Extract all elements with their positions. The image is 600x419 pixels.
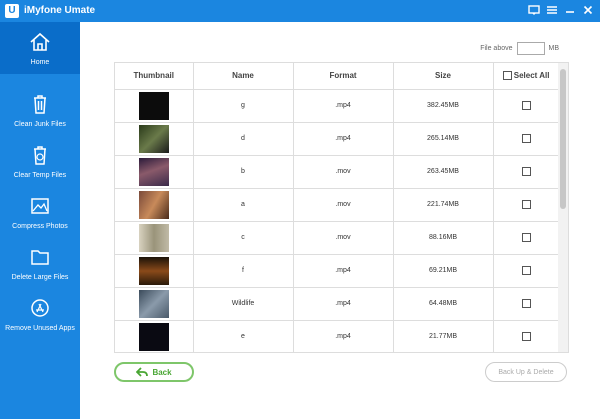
file-format: .mov <box>293 188 394 222</box>
file-name: c <box>193 221 294 255</box>
file-name: b <box>193 155 294 189</box>
sidebar-item-label: Clean Junk Files <box>14 121 66 128</box>
window-controls <box>528 4 594 16</box>
backup-delete-label: Back Up & Delete <box>498 368 554 376</box>
sidebar-item-home[interactable]: Home <box>0 22 80 74</box>
table-row[interactable]: Wildlife .mp4 64.48MB <box>115 287 560 321</box>
video-thumbnail <box>138 223 169 252</box>
file-name: d <box>193 122 294 156</box>
video-thumbnail <box>138 91 169 120</box>
thumbnail-header: Thumbnail <box>115 63 194 90</box>
select-all-checkbox[interactable] <box>502 71 512 81</box>
sidebar-item-clear-temp-files[interactable]: Clear Temp Files <box>0 135 80 187</box>
file-format: .mp4 <box>293 254 394 288</box>
table-row[interactable]: f .mp4 69.21MB <box>115 254 560 288</box>
row-checkbox[interactable] <box>521 167 531 176</box>
back-button-label: Back <box>152 367 172 377</box>
file-size: 21.77MB <box>393 320 494 352</box>
file-format: .mov <box>293 155 394 189</box>
video-thumbnail <box>138 322 169 351</box>
feedback-icon[interactable] <box>528 4 540 16</box>
name-header[interactable]: Name <box>193 63 294 90</box>
photo-icon <box>31 198 49 214</box>
sidebar-item-compress-photos[interactable]: Compress Photos <box>0 186 80 238</box>
file-above-label: File above <box>480 45 513 52</box>
large-files-table: Thumbnail Name Format Size Select All g … <box>114 62 569 353</box>
folder-icon <box>31 250 49 265</box>
file-format: .mp4 <box>293 320 394 352</box>
file-size: 265.14MB <box>393 122 494 156</box>
table-scrollbar[interactable] <box>558 63 568 352</box>
table-header-row: Thumbnail Name Format Size Select All <box>115 63 560 90</box>
backup-delete-button[interactable]: Back Up & Delete <box>485 362 567 382</box>
file-size: 64.48MB <box>393 287 494 321</box>
video-thumbnail <box>138 256 169 285</box>
back-arrow-icon <box>136 367 149 377</box>
table-row[interactable]: b .mov 263.45MB <box>115 155 560 189</box>
sidebar: Home Clean Junk Files Clear Temp Files C… <box>0 22 80 419</box>
table-row[interactable]: g .mp4 382.45MB <box>115 89 560 123</box>
sidebar-item-label: Clear Temp Files <box>13 172 67 179</box>
file-name: a <box>193 188 294 222</box>
file-size: 263.45MB <box>393 155 494 189</box>
file-format: .mp4 <box>293 89 394 123</box>
format-header[interactable]: Format <box>293 63 394 90</box>
file-size: 382.45MB <box>393 89 494 123</box>
table-row[interactable]: a .mov 221.74MB <box>115 188 560 222</box>
sidebar-item-label: Compress Photos <box>12 223 68 230</box>
video-thumbnail <box>138 157 169 186</box>
video-thumbnail <box>138 124 169 153</box>
file-size-filter: File above MB <box>480 42 559 55</box>
file-size: 69.21MB <box>393 254 494 288</box>
file-name: g <box>193 89 294 123</box>
app-title: iMyfone Umate <box>24 5 96 16</box>
row-checkbox[interactable] <box>521 233 531 242</box>
sidebar-item-label: Delete Large Files <box>11 274 69 281</box>
temp-trash-icon <box>34 146 46 165</box>
sidebar-item-label: Home <box>30 59 50 66</box>
row-checkbox[interactable] <box>521 101 531 110</box>
video-thumbnail <box>138 190 169 219</box>
scrollbar-thumb[interactable] <box>560 69 566 209</box>
table-row[interactable]: d .mp4 265.14MB <box>115 122 560 156</box>
file-name: e <box>193 320 294 352</box>
menu-icon[interactable] <box>546 4 558 16</box>
back-button[interactable]: Back <box>114 362 194 382</box>
file-size-unit: MB <box>548 45 560 52</box>
close-icon[interactable] <box>582 4 594 16</box>
home-icon <box>30 32 50 51</box>
file-format: .mp4 <box>293 122 394 156</box>
title-bar: U iMyfone Umate <box>0 0 600 22</box>
sidebar-item-remove-unused-apps[interactable]: Remove Unused Apps <box>0 288 80 340</box>
sidebar-item-clean-junk-files[interactable]: Clean Junk Files <box>0 84 80 136</box>
file-name: f <box>193 254 294 288</box>
trash-icon <box>34 95 46 114</box>
file-size: 88.16MB <box>393 221 494 255</box>
sidebar-item-delete-large-files[interactable]: Delete Large Files <box>0 237 80 289</box>
file-name: Wildlife <box>193 287 294 321</box>
file-format: .mov <box>293 221 394 255</box>
table-row[interactable]: c .mov 88.16MB <box>115 221 560 255</box>
row-checkbox[interactable] <box>521 134 531 143</box>
row-checkbox[interactable] <box>521 299 531 308</box>
minimize-icon[interactable] <box>564 4 576 16</box>
table-row[interactable]: e .mp4 21.77MB <box>115 320 560 352</box>
select-all-header[interactable]: Select All <box>493 63 560 90</box>
app-logo: U <box>5 4 19 18</box>
row-checkbox[interactable] <box>521 332 531 341</box>
video-thumbnail <box>138 289 169 318</box>
file-size: 221.74MB <box>393 188 494 222</box>
file-size-input[interactable] <box>516 42 545 55</box>
file-format: .mp4 <box>293 287 394 321</box>
app-store-icon <box>31 299 49 317</box>
sidebar-item-label: Remove Unused Apps <box>5 325 75 332</box>
row-checkbox[interactable] <box>521 266 531 275</box>
size-header[interactable]: Size <box>393 63 494 90</box>
select-all-label: Select All <box>513 71 550 81</box>
row-checkbox[interactable] <box>521 200 531 209</box>
